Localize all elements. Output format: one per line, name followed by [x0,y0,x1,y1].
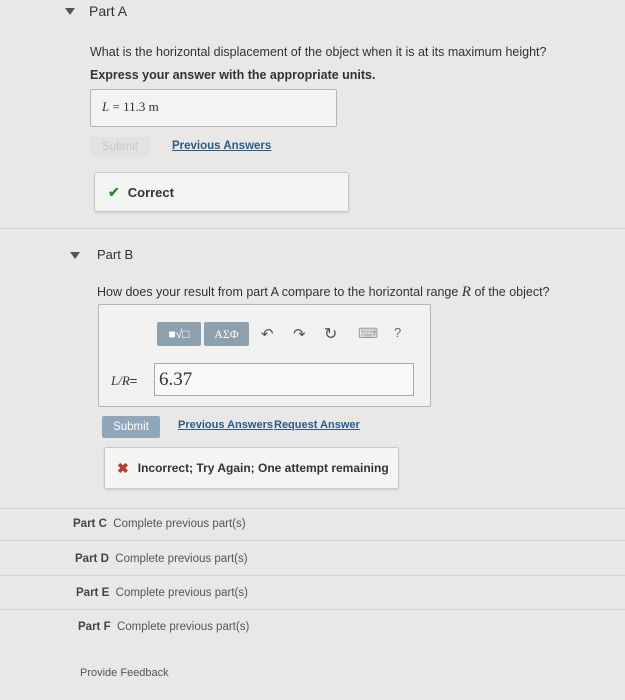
check-icon: ✔ [108,183,120,200]
part-b-answer-panel: ■√□ ΑΣΦ ↶ ↷ ↻ ⌨ ? L/R= 6.37 [98,304,431,407]
part-f-row[interactable]: Part F Complete previous part(s) [78,621,249,633]
part-f-label: Part F [78,621,111,633]
part-b-question-prefix: How does your result from part A compare… [97,285,459,299]
part-b-feedback-text: Incorrect; Try Again; One attempt remain… [137,461,389,475]
part-a-answer-eq: = [109,99,124,114]
part-b-question: How does your result from part A compare… [97,284,550,301]
part-b-title[interactable]: Part B [97,247,133,262]
part-b-collapse-icon[interactable] [70,252,80,259]
part-a-previous-answers-link[interactable]: Previous Answers [172,140,271,152]
cross-icon: ✖ [117,459,129,476]
greek-symbols-label: ΑΣΦ [214,326,239,341]
greek-symbols-button[interactable]: ΑΣΦ [204,322,249,346]
part-c-status: Complete previous part(s) [113,518,246,530]
part-b-answer-input[interactable]: 6.37 [154,363,414,396]
keyboard-icon[interactable]: ⌨ [358,325,378,342]
part-b-answer-value: 6.37 [159,369,193,390]
part-a-feedback-box: ✔ Correct [94,172,349,212]
part-a-instruction: Express your answer with the appropriate… [90,68,376,82]
part-b-previous-answers-link[interactable]: Previous Answers [178,419,273,431]
help-icon[interactable]: ? [394,325,401,340]
part-a-answer: L = 11.3 m [102,99,159,115]
divider [0,575,625,576]
part-b-submit-button[interactable]: Submit [102,416,160,438]
part-b-question-var: R [461,284,471,300]
part-d-status: Complete previous part(s) [115,553,248,565]
part-e-label: Part E [76,587,110,599]
part-e-status: Complete previous part(s) [115,587,248,599]
part-b-answer-var: L/R [111,373,130,388]
part-a-submit-button[interactable]: Submit [91,137,149,157]
redo-icon[interactable]: ↷ [293,325,306,343]
provide-feedback-link[interactable]: Provide Feedback [80,667,169,679]
part-f-status: Complete previous part(s) [116,621,250,633]
part-b-feedback-box: ✖ Incorrect; Try Again; One attempt rema… [104,447,399,489]
part-b-answer-label: L/R= [111,373,137,389]
undo-icon[interactable]: ↶ [261,325,274,343]
divider [0,609,625,610]
part-a-answer-value: 11.3 m [123,99,159,114]
divider [0,508,625,509]
part-b-question-suffix: of the object? [474,285,550,299]
divider [0,228,625,229]
part-d-label: Part D [75,553,109,565]
math-templates-button[interactable]: ■√□ [157,322,201,346]
part-e-row[interactable]: Part E Complete previous part(s) [76,587,248,599]
part-a-collapse-icon[interactable] [65,8,75,15]
part-a-answer-box: L = 11.3 m [90,89,337,127]
divider [0,540,625,541]
part-c-label: Part C [73,518,107,530]
reset-icon[interactable]: ↻ [324,324,337,344]
part-b-answer-eq: = [129,373,138,388]
part-a-title[interactable]: Part A [89,3,127,19]
part-d-row[interactable]: Part D Complete previous part(s) [75,553,248,565]
part-b-request-answer-link[interactable]: Request Answer [274,419,360,431]
math-templates-label: ■√□ [168,327,190,341]
part-a-feedback-text: Correct [127,184,174,200]
part-c-row[interactable]: Part C Complete previous part(s) [73,518,246,530]
part-a-question: What is the horizontal displacement of t… [90,45,547,59]
